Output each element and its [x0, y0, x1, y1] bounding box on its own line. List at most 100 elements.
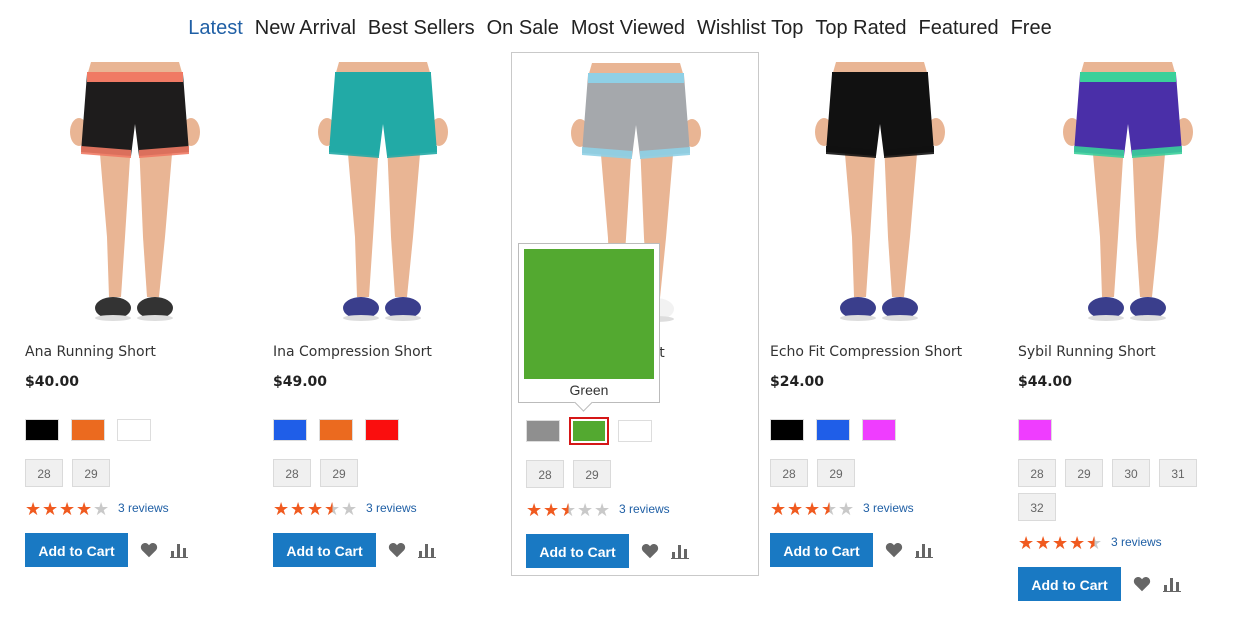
star-icon: ★: [324, 499, 341, 520]
size-swatches: 28 29: [25, 459, 255, 493]
star-icon: ★: [341, 499, 358, 520]
size-swatch[interactable]: 28: [273, 459, 311, 487]
product-card: Ina Compression Short $49.00 28 29 ★★★★★ 3 re…: [259, 52, 507, 576]
size-swatches: 28 29: [526, 460, 756, 494]
color-swatch[interactable]: [273, 419, 307, 441]
product-price: $49.00: [273, 374, 328, 390]
star-icon: ★: [1018, 533, 1035, 554]
star-icon: ★: [93, 499, 110, 520]
star-icon: ★: [25, 499, 42, 520]
product-card: Sybil Running Short $44.00 28 29 30 3132 ★★★★★…: [1004, 52, 1240, 601]
add-to-cart-button[interactable]: Add to Cart: [1018, 567, 1121, 601]
size-swatch[interactable]: 28: [1018, 459, 1056, 487]
star-icon: ★: [804, 499, 821, 520]
star-icon: ★: [1035, 533, 1052, 554]
color-swatch[interactable]: [569, 417, 609, 445]
size-swatch[interactable]: 32: [1018, 493, 1056, 521]
color-swatch[interactable]: [1018, 419, 1052, 441]
star-icon: ★: [290, 499, 307, 520]
color-swatch[interactable]: [770, 419, 804, 441]
color-swatch[interactable]: [816, 419, 850, 441]
color-swatch[interactable]: [319, 419, 353, 441]
size-swatch[interactable]: 28: [770, 459, 808, 487]
product-card: Erika Running Short2829★★★★★3 reviewsAdd…: [511, 52, 759, 576]
add-to-cart-button[interactable]: Add to Cart: [273, 533, 376, 567]
product-actions: Add to Cart: [273, 533, 436, 567]
product-price: $24.00: [770, 374, 825, 390]
color-swatches: [25, 419, 163, 445]
wishlist-heart-icon[interactable]: [883, 533, 903, 567]
star-icon: ★: [526, 500, 543, 521]
add-to-cart-button[interactable]: Add to Cart: [25, 533, 128, 567]
color-swatches: [526, 417, 664, 446]
wishlist-heart-icon[interactable]: [1131, 567, 1151, 601]
star-icon: ★: [273, 499, 290, 520]
star-icon: ★: [770, 499, 787, 520]
product-card: Echo Fit Compression Short $24.00 28 29 ★★★★…: [756, 52, 1004, 576]
add-to-cart-button[interactable]: Add to Cart: [770, 533, 873, 567]
swatch-tooltip: Green: [518, 243, 660, 412]
color-swatch[interactable]: [862, 419, 896, 441]
product-actions: Add to Cart: [1018, 567, 1181, 601]
star-icon: ★: [307, 499, 324, 520]
compare-chart-icon[interactable]: [669, 534, 689, 568]
reviews-link[interactable]: 3 reviews: [863, 501, 914, 515]
compare-chart-icon[interactable]: [913, 533, 933, 567]
product-name[interactable]: Echo Fit Compression Short: [770, 344, 962, 360]
reviews-link[interactable]: 3 reviews: [366, 501, 417, 515]
star-icon: ★: [787, 499, 804, 520]
product-name[interactable]: Ana Running Short: [25, 344, 156, 360]
size-swatch[interactable]: 29: [573, 460, 611, 488]
star-icon: ★: [577, 500, 594, 521]
product-actions: Add to Cart: [526, 534, 689, 568]
wishlist-heart-icon[interactable]: [138, 533, 158, 567]
add-to-cart-button[interactable]: Add to Cart: [526, 534, 629, 568]
product-actions: Add to Cart: [25, 533, 188, 567]
color-swatches: [770, 419, 908, 445]
product-price: $40.00: [25, 374, 80, 390]
color-swatch[interactable]: [117, 419, 151, 441]
star-icon: ★: [594, 500, 611, 521]
product-image[interactable]: [1018, 62, 1238, 337]
color-swatch[interactable]: [526, 420, 560, 442]
wishlist-heart-icon[interactable]: [639, 534, 659, 568]
product-name[interactable]: Sybil Running Short: [1018, 344, 1156, 360]
size-swatches: 28 29: [770, 459, 1000, 493]
star-icon: ★: [821, 499, 838, 520]
product-name[interactable]: Ina Compression Short: [273, 344, 432, 360]
color-swatch[interactable]: [365, 419, 399, 441]
size-swatch[interactable]: 31: [1159, 459, 1197, 487]
star-icon: ★: [1052, 533, 1069, 554]
color-swatch[interactable]: [25, 419, 59, 441]
size-swatch[interactable]: 29: [1065, 459, 1103, 487]
size-swatch[interactable]: 30: [1112, 459, 1150, 487]
compare-chart-icon[interactable]: [416, 533, 436, 567]
product-rating: ★★★★★ 3 reviews: [770, 499, 914, 520]
size-swatch[interactable]: 29: [817, 459, 855, 487]
star-icon: ★: [1069, 533, 1086, 554]
star-icon: ★: [76, 499, 93, 520]
compare-chart-icon[interactable]: [168, 533, 188, 567]
star-icon: ★: [42, 499, 59, 520]
color-swatch[interactable]: [71, 419, 105, 441]
reviews-link[interactable]: 3 reviews: [1111, 535, 1162, 549]
wishlist-heart-icon[interactable]: [386, 533, 406, 567]
star-icon: ★: [543, 500, 560, 521]
product-rating: ★★★★★ 3 reviews: [526, 500, 670, 521]
color-swatch[interactable]: [618, 420, 652, 442]
reviews-link[interactable]: 3 reviews: [619, 502, 670, 516]
product-price: $44.00: [1018, 374, 1073, 390]
size-swatch[interactable]: 29: [72, 459, 110, 487]
tooltip-swatch-preview: [524, 249, 654, 379]
size-swatch[interactable]: 28: [526, 460, 564, 488]
product-image[interactable]: [273, 62, 493, 337]
product-rating: ★★★★★ 3 reviews: [25, 499, 169, 520]
product-image[interactable]: [770, 62, 990, 337]
size-swatch[interactable]: 28: [25, 459, 63, 487]
product-image-figure: [770, 62, 990, 337]
product-image[interactable]: [25, 62, 245, 337]
product-image-figure: [273, 62, 493, 337]
size-swatch[interactable]: 29: [320, 459, 358, 487]
reviews-link[interactable]: 3 reviews: [118, 501, 169, 515]
compare-chart-icon[interactable]: [1161, 567, 1181, 601]
